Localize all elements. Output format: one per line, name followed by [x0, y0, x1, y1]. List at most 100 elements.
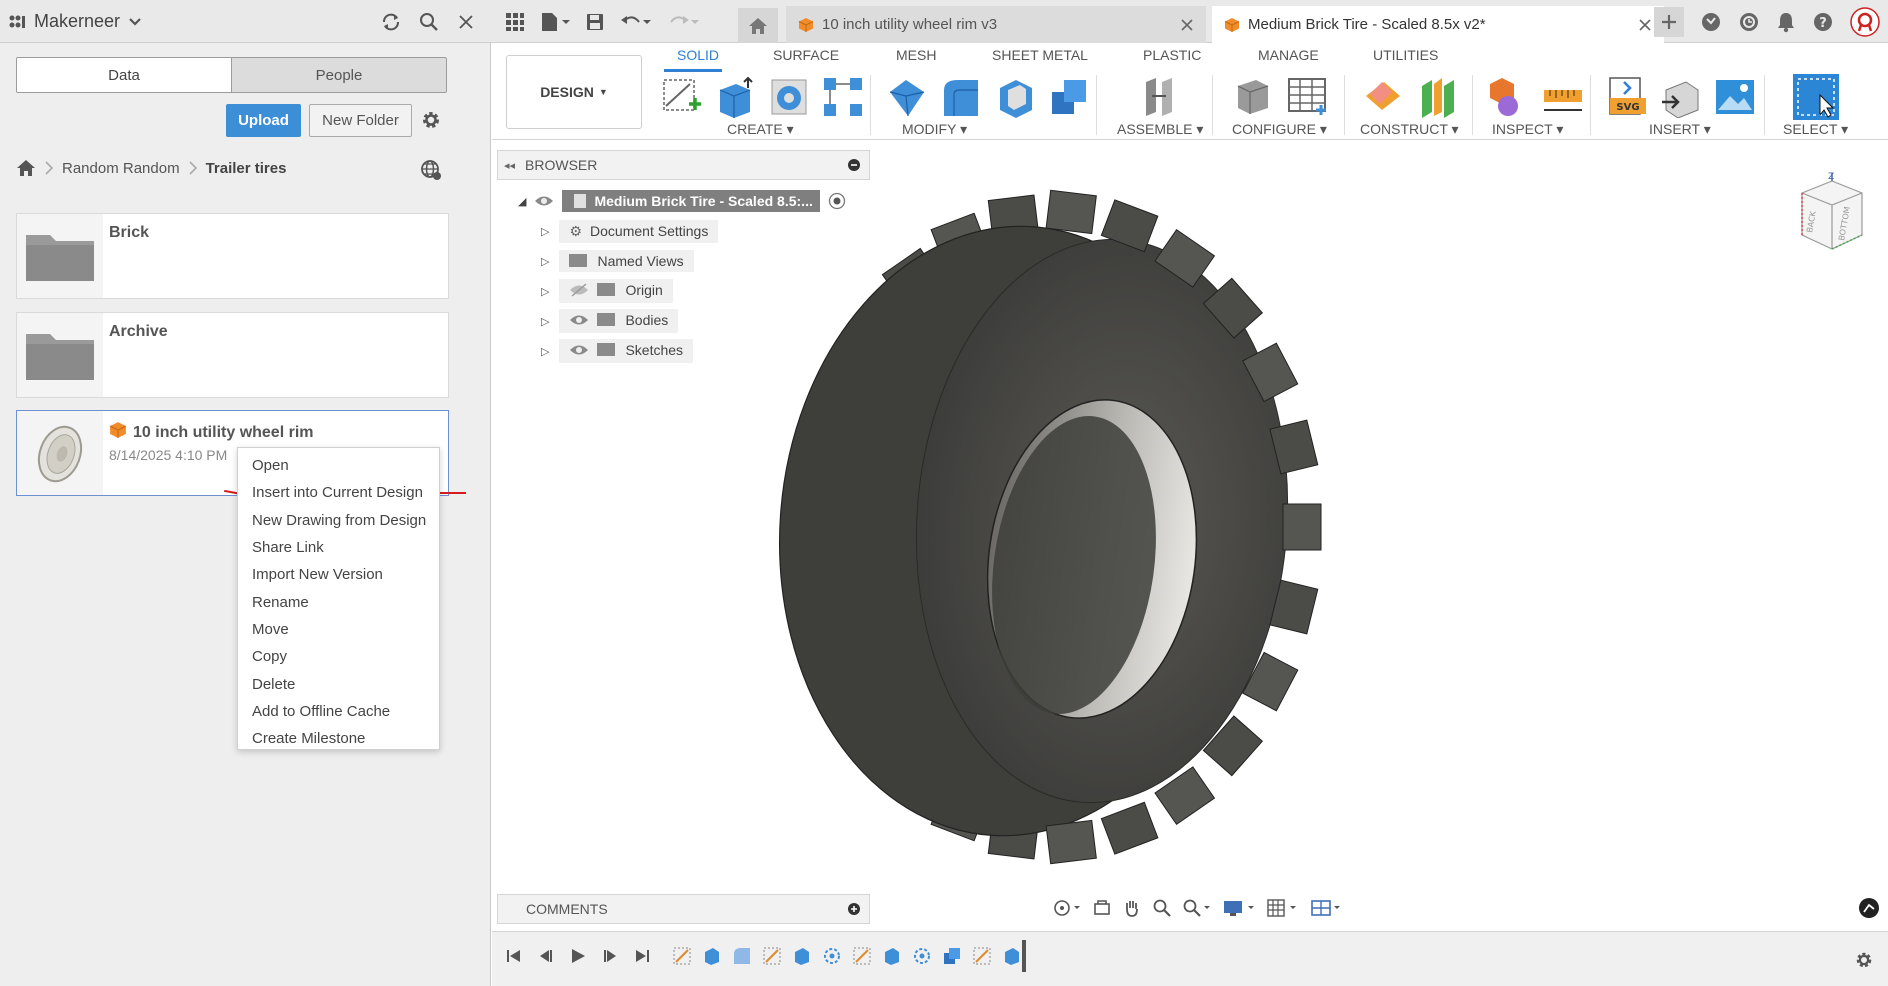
minimize-icon[interactable] — [847, 158, 861, 172]
team-switcher[interactable]: Makerneer — [0, 11, 142, 32]
tab-people[interactable]: People — [231, 58, 446, 92]
assemble-menu[interactable]: ASSEMBLE ▾ — [1117, 121, 1203, 138]
offset-plane-icon[interactable] — [1362, 76, 1404, 118]
measure-icon[interactable] — [1542, 76, 1584, 118]
help-icon[interactable]: ? — [1812, 11, 1834, 33]
menu-item-copy[interactable]: Copy — [238, 643, 439, 670]
timeline-sketch-icon[interactable] — [972, 946, 992, 966]
configure-menu[interactable]: CONFIGURE ▾ — [1232, 121, 1327, 138]
browser-node-origin[interactable]: ▷ Origin — [541, 279, 673, 303]
menu-item-create-milestone[interactable]: Create Milestone — [238, 725, 439, 752]
timeline-extrude-icon[interactable] — [702, 946, 722, 966]
timeline-pattern-icon[interactable] — [822, 946, 842, 966]
timeline-settings-gear-icon[interactable] — [1854, 950, 1874, 970]
list-item[interactable]: Brick — [16, 213, 449, 299]
inspect-menu[interactable]: INSPECT ▾ — [1492, 121, 1563, 138]
select-icon[interactable] — [1792, 73, 1840, 121]
menu-item-open[interactable]: Open — [238, 452, 439, 479]
eye-icon[interactable] — [569, 313, 589, 330]
undo-icon[interactable] — [619, 12, 653, 32]
home-tab[interactable] — [738, 8, 778, 43]
canvas-image-icon[interactable] — [1714, 76, 1756, 118]
modify-menu[interactable]: MODIFY ▾ — [902, 121, 967, 138]
tab-sheet-metal[interactable]: SHEET METAL — [992, 47, 1088, 63]
timeline-fillet-icon[interactable] — [732, 946, 752, 966]
eye-hidden-icon[interactable] — [569, 283, 589, 300]
close-tab-icon[interactable] — [1638, 18, 1652, 32]
redo-icon[interactable] — [667, 12, 701, 32]
close-tab-icon[interactable] — [1180, 18, 1194, 32]
go-to-end-icon[interactable] — [634, 948, 650, 964]
browser-root-node[interactable]: ◢ Medium Brick Tire - Scaled 8.5:... — [518, 188, 846, 214]
midplane-icon[interactable] — [1416, 76, 1458, 118]
tab-mesh[interactable]: MESH — [896, 47, 936, 63]
tab-plastic[interactable]: PLASTIC — [1143, 47, 1201, 63]
pan-hand-icon[interactable] — [1122, 898, 1142, 918]
tab-data[interactable]: Data — [17, 58, 231, 92]
construct-menu[interactable]: CONSTRUCT ▾ — [1360, 121, 1459, 138]
notifications-icon[interactable] — [1776, 11, 1796, 33]
browser-node-sketches[interactable]: ▷ Sketches — [541, 339, 694, 363]
menu-item-delete[interactable]: Delete — [238, 670, 439, 697]
menu-item-import-new-version[interactable]: Import New Version — [238, 561, 439, 588]
revolve-icon[interactable] — [768, 76, 810, 118]
insert-mesh-icon[interactable] — [1660, 76, 1702, 118]
view-cube[interactable]: Z BACK BOTTOM — [1792, 171, 1868, 256]
expand-arrow-icon[interactable]: ▷ — [541, 345, 549, 358]
workspace-switcher[interactable]: DESIGN ▼ — [506, 55, 642, 129]
timeline-combine-icon[interactable] — [942, 946, 962, 966]
eye-icon[interactable] — [534, 194, 554, 208]
list-item[interactable]: Archive — [16, 312, 449, 398]
timeline-sketch-icon[interactable] — [852, 946, 872, 966]
expand-arrow-icon[interactable]: ▷ — [541, 285, 549, 298]
upload-button[interactable]: Upload — [226, 104, 301, 137]
menu-item-new-drawing[interactable]: New Drawing from Design — [238, 507, 439, 534]
tab-manage[interactable]: MANAGE — [1258, 47, 1319, 63]
gear-icon[interactable] — [420, 109, 442, 131]
shell-icon[interactable] — [994, 76, 1036, 118]
create-menu[interactable]: CREATE ▾ — [727, 121, 794, 138]
tab-utilities[interactable]: UTILITIES — [1373, 47, 1438, 63]
add-comment-icon[interactable] — [847, 902, 861, 916]
configure-icon[interactable] — [1232, 76, 1274, 118]
refresh-icon[interactable] — [380, 11, 402, 33]
home-icon[interactable] — [16, 159, 36, 177]
orbit-icon[interactable] — [1052, 898, 1082, 918]
interference-icon[interactable] — [1488, 76, 1530, 118]
timeline-extrude-icon[interactable] — [882, 946, 902, 966]
avatar[interactable] — [1850, 6, 1880, 37]
step-back-icon[interactable] — [538, 948, 554, 964]
canvas-viewport[interactable]: ◂◂ BROWSER ◢ Medium Brick Tire - Scaled … — [492, 141, 1888, 931]
timeline-sketch-icon[interactable] — [672, 946, 692, 966]
search-icon[interactable] — [418, 11, 440, 33]
globe-icon[interactable] — [420, 159, 442, 181]
browser-node-bodies[interactable]: ▷ Bodies — [541, 309, 679, 333]
timeline-sketch-icon[interactable] — [762, 946, 782, 966]
tab-solid[interactable]: SOLID — [677, 47, 719, 63]
expand-arrow-icon[interactable]: ▷ — [541, 255, 549, 268]
combine-icon[interactable] — [1048, 76, 1090, 118]
timeline-marker[interactable] — [1022, 940, 1026, 972]
apps-grid-icon[interactable] — [505, 12, 525, 32]
tab-surface[interactable]: SURFACE — [773, 47, 839, 63]
close-icon[interactable] — [456, 12, 476, 32]
menu-item-offline-cache[interactable]: Add to Offline Cache — [238, 698, 439, 725]
timeline-extrude-icon[interactable] — [792, 946, 812, 966]
collapse-panel-icon[interactable]: ◂◂ — [504, 159, 515, 172]
create-sketch-icon[interactable] — [660, 76, 702, 118]
menu-item-insert-into-current-design[interactable]: Insert into Current Design — [238, 479, 439, 506]
capture-icon[interactable] — [1858, 897, 1880, 919]
display-settings-icon[interactable] — [1222, 898, 1256, 918]
new-folder-button[interactable]: New Folder — [309, 104, 412, 137]
configuration-table-icon[interactable] — [1286, 76, 1328, 118]
play-icon[interactable] — [570, 948, 586, 964]
menu-item-move[interactable]: Move — [238, 616, 439, 643]
file-menu-icon[interactable] — [539, 12, 571, 32]
extrude-icon[interactable] — [714, 76, 756, 118]
joint-icon[interactable] — [1138, 76, 1180, 118]
comments-panel-header[interactable]: COMMENTS — [497, 894, 870, 924]
zoom-icon[interactable] — [1152, 898, 1172, 918]
tire-model[interactable] — [492, 141, 1888, 931]
extensions-icon[interactable] — [1700, 11, 1722, 33]
look-at-icon[interactable] — [1092, 898, 1112, 918]
